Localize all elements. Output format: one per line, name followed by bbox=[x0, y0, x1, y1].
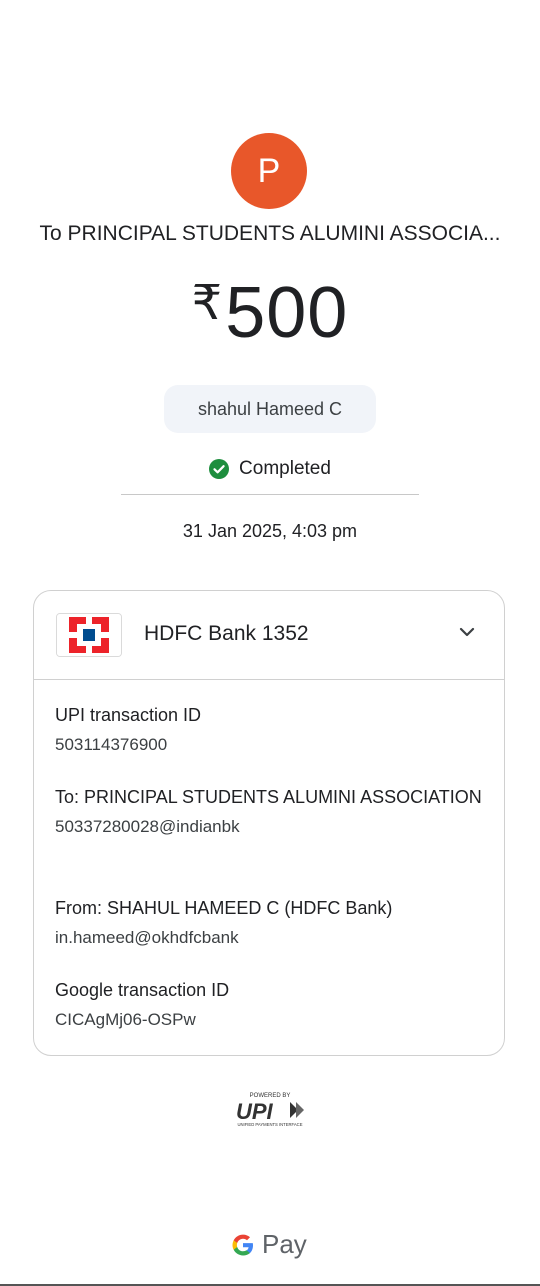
avatar-initial: P bbox=[257, 151, 281, 190]
payment-amount: ₹500 bbox=[0, 272, 540, 354]
transaction-datetime: 31 Jan 2025, 4:03 pm bbox=[182, 521, 358, 541]
detail-value[interactable]: 50337280028@indianbk bbox=[55, 817, 485, 837]
detail-value[interactable]: CICAgMj06-OSPw bbox=[55, 1010, 485, 1030]
detail-value[interactable]: 503114376900 bbox=[55, 735, 485, 755]
payment-note: shahul Hameed C bbox=[164, 385, 376, 433]
to-account: To: PRINCIPAL STUDENTS ALUMINI ASSOCIATI… bbox=[55, 783, 485, 837]
status-label: Completed bbox=[239, 458, 331, 479]
payment-status: Completed bbox=[0, 458, 540, 480]
google-pay-logo: Pay bbox=[230, 1229, 307, 1260]
bank-account-name: HDFC Bank 1352 bbox=[144, 622, 309, 645]
divider bbox=[121, 494, 419, 495]
detail-label: To: PRINCIPAL STUDENTS ALUMINI ASSOCIATI… bbox=[55, 787, 482, 807]
transaction-details-card: HDFC Bank 1352 UPI transaction ID 503114… bbox=[33, 590, 505, 1056]
detail-label: From: SHAHUL HAMEED C (HDFC Bank) bbox=[55, 898, 393, 918]
recipient-name: To PRINCIPAL STUDENTS ALUMINI ASSOCIA... bbox=[39, 222, 501, 245]
currency-symbol: ₹ bbox=[191, 277, 224, 330]
google-pay-label: Pay bbox=[262, 1229, 307, 1259]
detail-value[interactable]: in.hameed@okhdfcbank bbox=[55, 928, 485, 948]
detail-label: Google transaction ID bbox=[55, 980, 230, 1000]
check-circle-icon bbox=[209, 459, 230, 479]
upi-brand: UPI bbox=[236, 1099, 274, 1124]
from-account: From: SHAHUL HAMEED C (HDFC Bank) in.ham… bbox=[55, 894, 485, 948]
google-transaction-id: Google transaction ID CICAgMj06-OSPw bbox=[55, 976, 485, 1030]
upi-transaction-id: UPI transaction ID 503114376900 bbox=[55, 701, 485, 755]
payment-note-text: shahul Hameed C bbox=[197, 398, 343, 419]
amount-value: 500 bbox=[225, 273, 349, 353]
account-row[interactable]: HDFC Bank 1352 bbox=[34, 591, 504, 680]
upi-logo: POWERED BY UPI UNIFIED PAYMENTS INTERFAC… bbox=[236, 1093, 304, 1127]
hdfc-bank-logo bbox=[56, 613, 122, 657]
chevron-down-icon[interactable] bbox=[456, 621, 478, 643]
google-g-icon bbox=[232, 1234, 253, 1255]
upi-subtitle: UNIFIED PAYMENTS INTERFACE bbox=[238, 1122, 303, 1127]
detail-label: UPI transaction ID bbox=[55, 705, 202, 725]
recipient-avatar: P bbox=[231, 133, 307, 209]
